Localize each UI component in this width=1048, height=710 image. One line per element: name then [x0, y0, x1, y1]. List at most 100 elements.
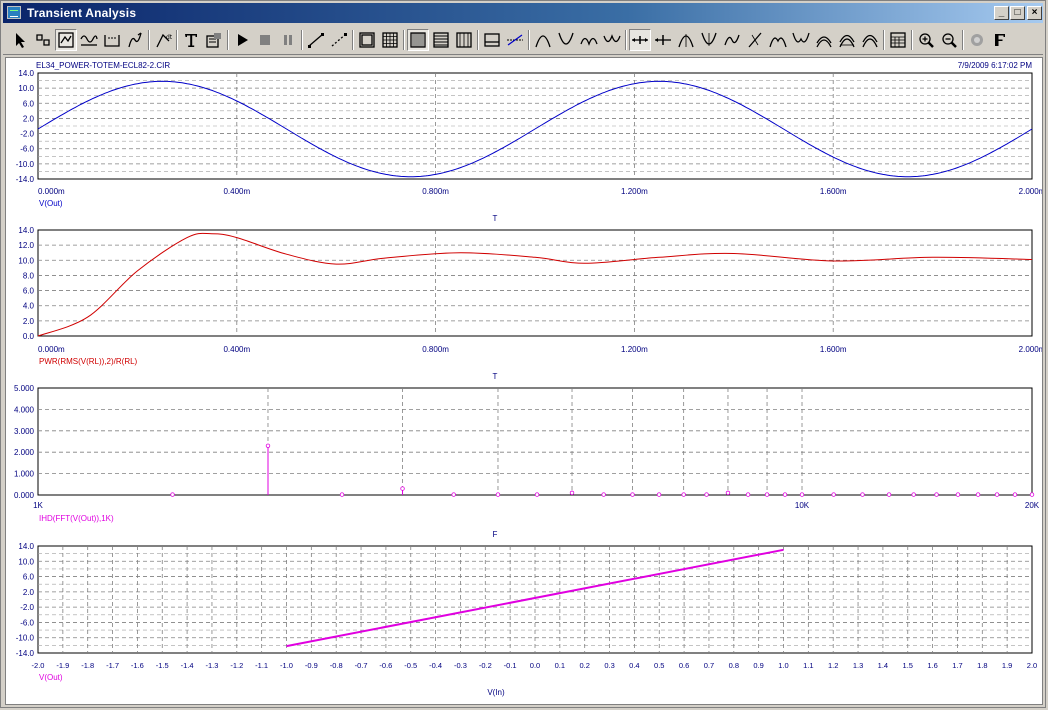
toolbar-separator	[883, 30, 885, 50]
toolbar-separator	[352, 30, 354, 50]
x-tick-label: 1.0	[778, 661, 788, 670]
analysis-limits-button[interactable]	[55, 29, 77, 51]
dash-line-button[interactable]	[328, 29, 350, 51]
minor-grid-button[interactable]	[407, 29, 429, 51]
circuit-name: EL34_POWER-TOTEM-ECL82-2.CIR	[36, 61, 170, 70]
harmonic-point	[339, 492, 345, 497]
harmonic-point	[1012, 492, 1018, 497]
scope-button[interactable]	[101, 29, 123, 51]
harmonic-point	[911, 492, 916, 497]
frame-icon	[359, 32, 375, 48]
x-tick-label: -1.9	[56, 661, 69, 670]
y-tick-label: 6.0	[23, 99, 35, 108]
next-peak-button[interactable]	[675, 29, 697, 51]
component-button[interactable]	[32, 29, 54, 51]
x-tick-label: -0.8	[330, 661, 343, 670]
timestamp: 7/9/2009 6:17:02 PM	[958, 61, 1033, 70]
vertical-tag-button[interactable]	[859, 29, 881, 51]
x-axis-icon: dt	[156, 33, 172, 48]
title-bar[interactable]: Transient Analysis _ □ ×	[3, 3, 1043, 23]
frame-button[interactable]	[356, 29, 378, 51]
x-tick-label: 1.600m	[820, 345, 847, 354]
properties-button[interactable]	[203, 29, 225, 51]
x-tick-label: 1.1	[803, 661, 813, 670]
peak-button[interactable]	[532, 29, 554, 51]
harmonic-point	[495, 492, 501, 497]
low-button[interactable]	[601, 29, 623, 51]
minimize-button[interactable]: _	[994, 6, 1009, 20]
run-button[interactable]	[231, 29, 253, 51]
x-tick-label: 0.000m	[38, 187, 65, 196]
x-tick-label: -0.6	[379, 661, 392, 670]
x-tick-label: -1.2	[230, 661, 243, 670]
x-tick-label: 0.400m	[223, 187, 250, 196]
zoom-in-button[interactable]	[915, 29, 937, 51]
cursor-left-button[interactable]	[629, 29, 651, 51]
high-button[interactable]	[578, 29, 600, 51]
y-tick-label: -10.0	[16, 634, 35, 643]
valley-button[interactable]	[555, 29, 577, 51]
harmonic-point	[934, 492, 939, 497]
close-button[interactable]: ×	[1027, 6, 1042, 20]
y-tick-label: 12.0	[18, 241, 34, 250]
plot-area[interactable]: EL34_POWER-TOTEM-ECL82-2.CIR 7/9/2009 6:…	[5, 57, 1043, 705]
zoom-out-button[interactable]	[938, 29, 960, 51]
grid-button[interactable]	[379, 29, 401, 51]
major-grid-icon	[433, 32, 449, 48]
stop-button[interactable]	[254, 29, 276, 51]
plot-panel-1	[37, 72, 1033, 180]
next-valley-icon	[701, 32, 717, 46]
token-grid-button[interactable]	[453, 29, 475, 51]
global-high-button[interactable]	[767, 29, 789, 51]
toolbar-separator	[911, 30, 913, 50]
maximize-button[interactable]: □	[1010, 6, 1025, 20]
x-tick-label: 1.600m	[820, 187, 847, 196]
toolbar-separator	[403, 30, 405, 50]
x-tick-label: 1.9	[1002, 661, 1012, 670]
x-tick-label: -0.7	[355, 661, 368, 670]
x-tick-label: -0.3	[454, 661, 467, 670]
x-tick-label: 0.4	[629, 661, 639, 670]
performance-button[interactable]	[887, 29, 909, 51]
x-tick-label: 1.2	[828, 661, 838, 670]
x-tick-label: 0.7	[704, 661, 714, 670]
major-grid-button[interactable]	[430, 29, 452, 51]
harmonic-point	[860, 492, 865, 497]
y-tick-label: 0.000	[14, 491, 35, 500]
pause-button[interactable]	[277, 29, 299, 51]
horizontal-axis-button[interactable]	[504, 29, 526, 51]
global-high-icon	[769, 37, 787, 48]
global-low-button[interactable]	[790, 29, 812, 51]
next-valley-button[interactable]	[698, 29, 720, 51]
zoom-in-icon	[919, 33, 934, 48]
x-tick-label: 1.5	[903, 661, 913, 670]
point-tag-button[interactable]	[813, 29, 835, 51]
valley-icon	[558, 32, 574, 45]
derivative-button[interactable]	[124, 29, 146, 51]
trace-label: PWR(RMS(V(RL)),2)/R(RL)	[39, 357, 138, 366]
x-tick-label: -0.4	[429, 661, 442, 670]
x-axis-button[interactable]: dt	[152, 29, 174, 51]
horizontal-axis-icon	[507, 34, 523, 46]
x-tick-label: -0.9	[305, 661, 318, 670]
x-tick-label: 1.200m	[621, 345, 648, 354]
scope-icon	[104, 35, 120, 47]
plot-panel-2	[37, 229, 1033, 337]
toolbar-separator	[528, 30, 530, 50]
slope-button[interactable]	[744, 29, 766, 51]
baseline-button[interactable]	[481, 29, 503, 51]
horizontal-tag-button[interactable]	[836, 29, 858, 51]
toolbar-separator	[227, 30, 229, 50]
line-button[interactable]	[305, 29, 327, 51]
cursor-right-button[interactable]	[652, 29, 674, 51]
dash-line-icon	[331, 33, 347, 47]
text-button[interactable]	[180, 29, 202, 51]
waveform-button[interactable]	[78, 29, 100, 51]
inflection-button[interactable]	[721, 29, 743, 51]
font-button[interactable]	[989, 29, 1011, 51]
x-tick-label: -2.0	[32, 661, 45, 670]
select-arrow-button[interactable]	[9, 29, 31, 51]
y-tick-label: 4.000	[14, 405, 35, 414]
settings-button[interactable]	[966, 29, 988, 51]
plot-panel-4	[37, 545, 1033, 654]
